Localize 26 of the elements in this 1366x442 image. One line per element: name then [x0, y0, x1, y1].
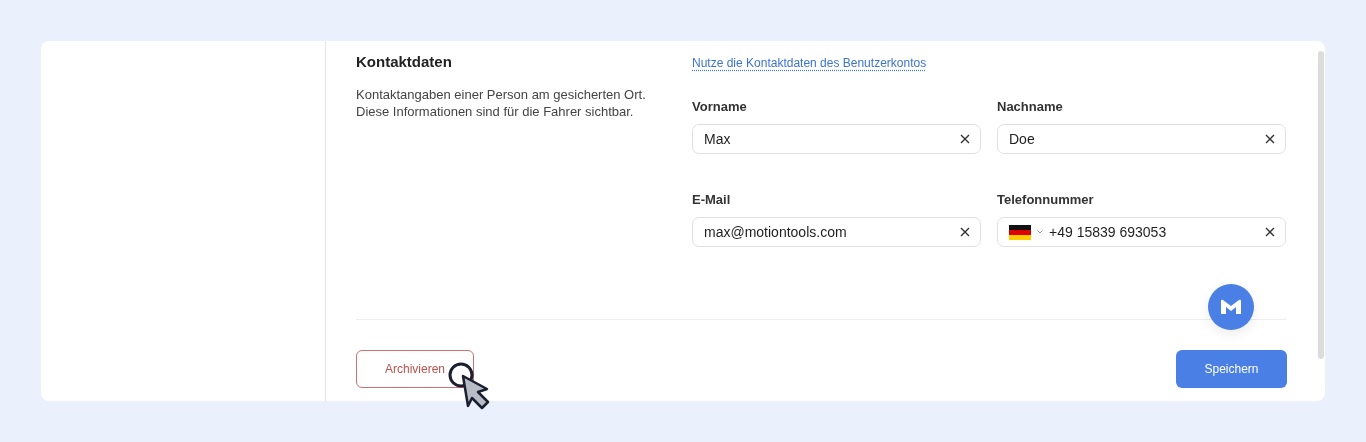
- field-label: Telefonnummer: [997, 192, 1095, 209]
- clear-icon[interactable]: [960, 227, 970, 237]
- flag-icon[interactable]: [1009, 224, 1031, 240]
- field-label: Vorname: [692, 99, 748, 116]
- account-link[interactable]: Nutze die Kontaktdaten des Benutzerkontos: [692, 56, 927, 70]
- save-button[interactable]: Speichern: [1176, 350, 1287, 388]
- clear-icon[interactable]: [1265, 227, 1275, 237]
- section-title: Kontaktdaten: [356, 53, 453, 72]
- clear-icon[interactable]: [960, 134, 970, 144]
- input-field[interactable]: Max: [692, 124, 981, 154]
- archive-button[interactable]: Archivieren: [356, 350, 474, 388]
- logo-button[interactable]: [1208, 284, 1254, 330]
- text-input[interactable]: Doe: [1009, 131, 1259, 147]
- text-input[interactable]: max@motiontools.com: [704, 224, 954, 240]
- field-label: E-Mail: [692, 192, 732, 209]
- scrollbar[interactable]: [1318, 51, 1324, 359]
- clear-icon[interactable]: [1265, 134, 1275, 144]
- caret-icon[interactable]: [1037, 230, 1043, 234]
- input-field[interactable]: Doe: [997, 124, 1286, 154]
- text-input[interactable]: Max: [704, 131, 954, 147]
- field-label: Nachname: [997, 99, 1064, 116]
- logo-icon: [1220, 299, 1242, 315]
- input-field[interactable]: max@motiontools.com: [692, 217, 981, 247]
- section-description: Kontaktangaben einer Person am gesicherten Ort. Diese Informationen sind für die Fahrer sichtbar.: [356, 86, 647, 120]
- input-field[interactable]: +49 15839 693053: [997, 217, 1286, 247]
- text-input[interactable]: +49 15839 693053: [1049, 224, 1259, 240]
